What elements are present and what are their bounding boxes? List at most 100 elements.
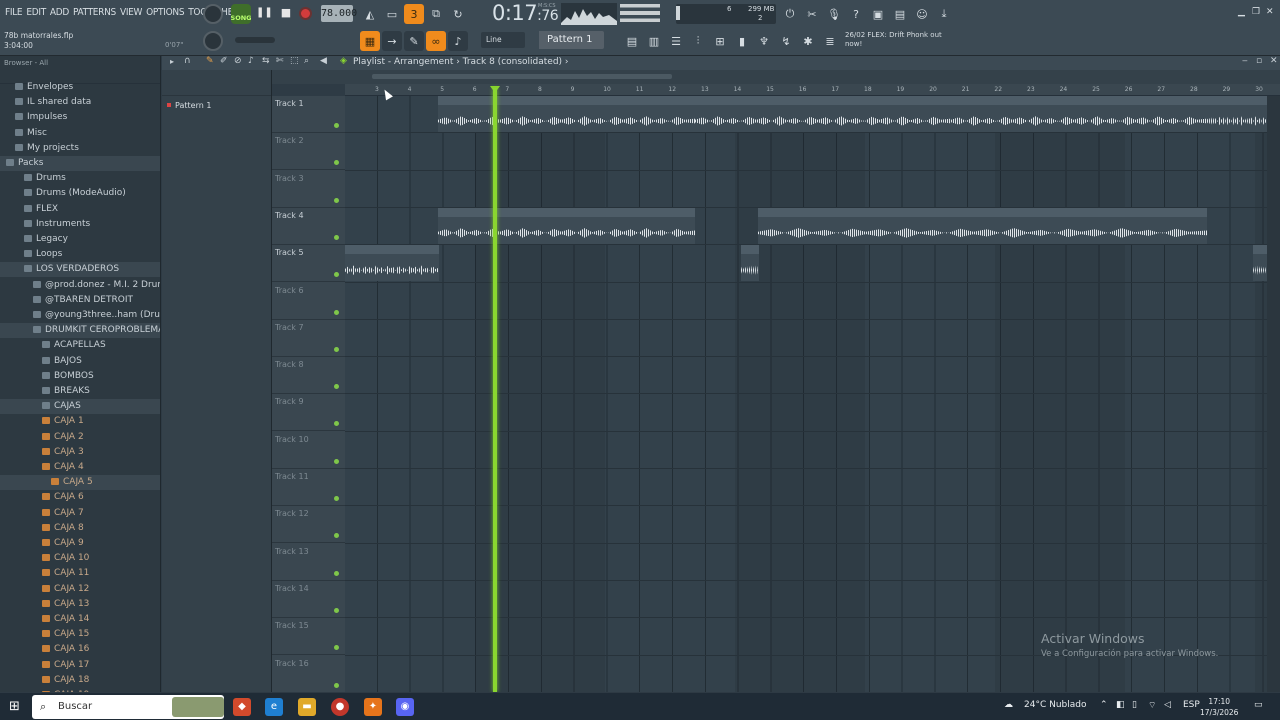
news-hint[interactable]: 26/02 FLEX: Drift Phonk out now! [845,31,942,49]
browser-folder-item[interactable]: CAJAS [0,399,160,415]
select-icon[interactable]: ⬚ [290,56,299,66]
playlist-menu-icon[interactable]: ▸ [170,57,174,66]
tray-chevron-icon[interactable]: ⌃ [1100,700,1108,710]
browser-folder-item[interactable]: BREAKS [0,384,160,399]
brush-icon[interactable]: ✐ [220,56,228,66]
horizontal-scrollbar[interactable] [372,74,672,79]
save-icon[interactable]: ▣ [868,4,888,24]
microphone-icon[interactable]: 🎙 [824,4,844,24]
zoom-icon[interactable]: ⌕ [304,56,309,66]
volume-icon[interactable]: ◁ [1164,700,1171,710]
track-header[interactable]: Track 1 [272,96,345,133]
browser-folder-item[interactable]: BOMBOS [0,369,160,384]
master-volume-knob[interactable] [203,4,223,24]
browser-file-item[interactable]: CAJA 9 [0,536,160,551]
menu-add[interactable]: ADD [49,7,70,18]
network-icon[interactable]: ◧ [1116,700,1125,710]
track-header[interactable]: Track 5 [272,245,345,283]
track-header[interactable]: Track 12 [272,506,345,544]
track-header[interactable]: Track 11 [272,469,345,506]
browser-file-item[interactable]: CAJA 12 [0,582,160,597]
browser-icon[interactable]: ⊞ [710,31,730,51]
browser-folder-item[interactable]: Drums [0,171,160,186]
playlist-grid[interactable]: » Track 1 (..lidated) » Track 2 (..lidat… [345,96,1267,692]
track-mute-led[interactable] [334,458,339,464]
browser-folder-item[interactable]: IL shared data [0,95,160,110]
blend-notes-icon[interactable]: ⧉ [426,4,446,24]
plugin-icon[interactable]: ▮ [732,31,752,51]
discord-icon[interactable]: ◉ [396,698,414,716]
browser-folder-item[interactable]: @prod.donez - M.I. 2 Drum Kit [0,278,160,293]
audio-clip[interactable]: » [1253,245,1267,282]
browser-file-item[interactable]: CAJA 18 [0,673,160,688]
browser-folder-item[interactable]: Impulses [0,110,160,125]
browser-folder-item[interactable]: LOS VERDADEROS [0,262,160,278]
close-icon[interactable]: ✕ [1266,7,1274,17]
slip-icon[interactable]: ⇆ [262,56,270,66]
playlist-close-icon[interactable]: ✕ [1270,56,1278,66]
pattern-item[interactable]: Pattern 1 [167,101,211,110]
countdown-icon[interactable]: 3 [404,4,424,24]
browser-folder-item[interactable]: Instruments [0,217,160,232]
snap-select[interactable]: Line [481,32,525,48]
timeline-ruler[interactable]: 3 4 5 6 7 8 9 10 11 12 13 14 15 16 17 18 19 20 21 22 23 24 25 2… [345,84,1280,96]
chrome-icon[interactable]: ● [331,698,349,716]
record-button[interactable] [299,7,312,20]
draw-tool-icon[interactable]: ✎ [404,31,424,51]
pencil-icon[interactable]: ✎ [206,56,214,66]
download-icon[interactable]: ⤓ [934,4,954,24]
track-header[interactable]: Track 10 [272,432,345,469]
menu-options[interactable]: OPTIONS [145,7,185,18]
audio-clip[interactable]: » Track 1 (..lidated) [1207,96,1267,132]
menu-edit[interactable]: EDIT [25,7,47,18]
track-mute-led[interactable] [334,123,339,128]
track-mute-led[interactable] [334,496,339,501]
track-header[interactable]: Track 14 [272,581,345,618]
audio-clip[interactable]: » Track 5 (..lidated) » Track 5 (..lidat… [758,207,1207,244]
browser-file-item[interactable]: CAJA 2 [0,430,160,445]
playlist-minimize-icon[interactable]: ‒ [1242,56,1248,66]
magnet-icon[interactable]: ∩ [184,56,191,66]
track-mute-led[interactable] [334,533,339,539]
browser-folder-item[interactable]: DRUMKIT CEROPROBLEMA [0,323,160,339]
track-mute-led[interactable] [334,682,339,688]
pattern-select[interactable]: Pattern 1 [530,31,604,49]
browser-folder-item[interactable]: ACAPELLAS [0,338,160,353]
chat-icon[interactable]: ☺ [912,4,932,24]
track-header[interactable]: Track 6 [272,283,345,320]
track-mute-led[interactable] [334,570,339,576]
playhead[interactable] [493,88,497,692]
browser-file-item[interactable]: CAJA 4 [0,460,160,475]
track-mute-led[interactable] [334,160,339,166]
minimize-icon[interactable]: ▁ [1238,7,1245,17]
pitch-slider[interactable] [235,37,275,43]
song-mode-button[interactable]: SONG [231,4,252,24]
fl-studio-icon[interactable]: ✦ [364,698,382,716]
link-icon[interactable]: ∞ [426,31,446,51]
mic-icon[interactable]: ▯ [1132,700,1137,710]
track-header[interactable]: Track 16 [272,656,345,693]
browser-folder-item[interactable]: FLEX [0,202,160,217]
language-indicator[interactable]: ESP [1183,700,1200,710]
taskbar-clock[interactable]: 17:10 17/3/2026 [1200,696,1238,718]
browser-file-item[interactable]: CAJA 6 [0,490,160,505]
browser-folder-item[interactable]: @young3three..ham (Drum Kit) [0,308,160,323]
track-mute-led[interactable] [334,607,339,613]
browser-folder-item[interactable]: Misc [0,126,160,141]
browser-folder-item[interactable]: Loops [0,247,160,262]
menu-patterns[interactable]: PATTERNS [72,7,117,18]
playback-icon[interactable]: ◀ [320,56,327,66]
track-mute-led[interactable] [334,645,339,651]
browser-file-item[interactable]: CAJA 5 [0,475,160,491]
audio-clip[interactable]: » Track 1 (..lidated) » Track 2 (..lidat… [951,96,1207,132]
stamp-icon[interactable]: ♪ [448,31,468,51]
browser-file-item[interactable]: CAJA 8 [0,521,160,536]
track-header[interactable]: Track 2 [272,133,345,171]
slice-icon[interactable]: ✄ [276,56,284,66]
track-mute-led[interactable] [334,234,339,240]
track-header[interactable]: Track 13 [272,544,345,581]
help-icon[interactable]: ? [846,4,866,24]
cut-icon[interactable]: ✂ [802,4,822,24]
browser-file-item[interactable]: CAJA 15 [0,627,160,642]
track-header[interactable]: Track 3 [272,171,345,208]
